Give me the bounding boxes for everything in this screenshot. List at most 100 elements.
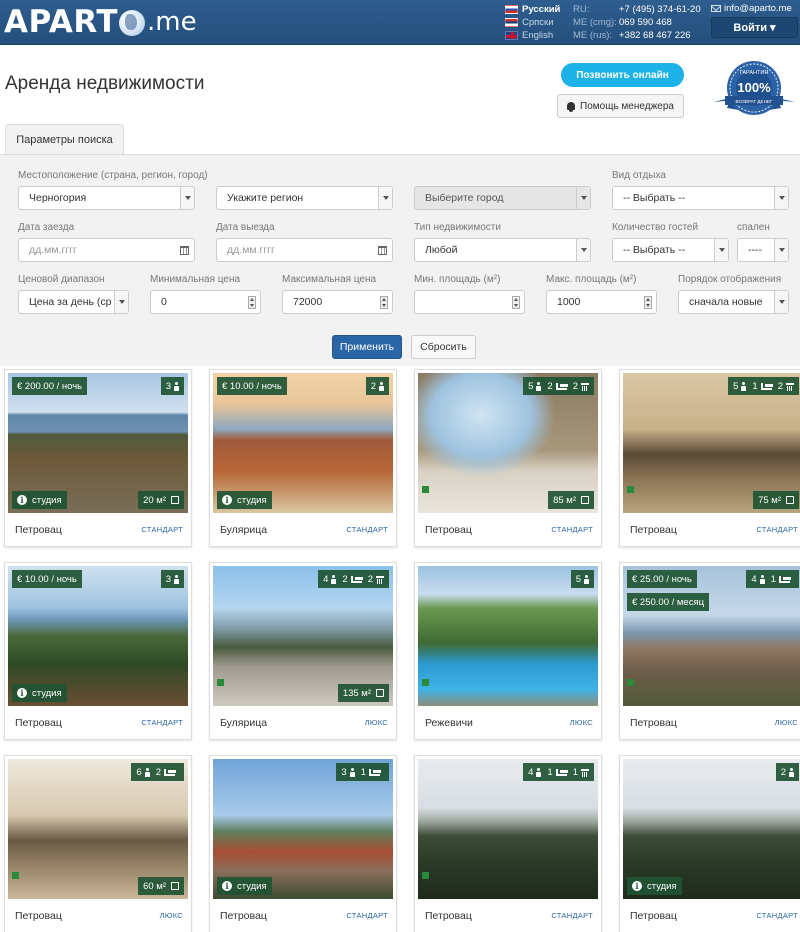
listing-category[interactable]: СТАНДАРТ [346, 911, 388, 920]
tab-search-params[interactable]: Параметры поиска [5, 124, 124, 155]
listing-category[interactable]: СТАНДАРТ [551, 911, 593, 920]
bed-icon [779, 575, 791, 583]
bedrooms-select[interactable]: ---- [737, 238, 789, 262]
listing-photo[interactable]: 5 [418, 566, 598, 706]
listing-category[interactable]: ЛЮКС [365, 718, 388, 727]
listing-photo[interactable]: 5 2 2 85 м² [418, 373, 598, 513]
listing-card[interactable]: € 10.00 / ночь 3 i студия Петровац СТАНДАРТ [4, 562, 192, 740]
listing-city[interactable]: Булярица [220, 524, 267, 536]
calendar-icon[interactable] [378, 246, 387, 255]
guests-count: 2 [780, 766, 786, 778]
listing-city[interactable]: Петровац [630, 717, 677, 729]
guests-select[interactable]: -- Выбрать -- [612, 238, 729, 262]
manager-help-button[interactable]: Помощь менеджера [557, 94, 684, 118]
capacity-tag: 5 1 2 [728, 377, 799, 395]
phone-row: RU: +7 (495) 374-61-20 [573, 3, 701, 16]
listing-photo[interactable]: € 10.00 / ночь 3 i студия [8, 566, 188, 706]
capacity-tag: 5 [570, 570, 594, 588]
listing-card[interactable]: 4 1 1 Петровац СТАНДАРТ [414, 755, 602, 932]
listing-photo[interactable]: 6 2 60 м² [8, 759, 188, 899]
country-select[interactable]: Черногория [18, 186, 195, 210]
phone-row: ME (cmg): 069 590 468 [573, 16, 701, 29]
site-logo[interactable]: APART .me [4, 4, 197, 40]
page-title: Аренда недвижимости [5, 73, 205, 94]
spinner-icon[interactable] [512, 296, 520, 309]
bedrooms-label: спален [737, 222, 770, 233]
listing-city[interactable]: Булярица [220, 717, 267, 729]
spinner-icon[interactable] [644, 296, 652, 309]
listing-city[interactable]: Петровац [630, 910, 677, 922]
listing-card[interactable]: 6 2 60 м² Петровац ЛЮКС [4, 755, 192, 932]
spinner-icon[interactable] [380, 296, 388, 309]
price-range-select[interactable]: Цена за день (ср [18, 290, 129, 314]
spinner-icon[interactable] [248, 296, 256, 309]
listing-city[interactable]: Петровац [15, 717, 62, 729]
listing-city[interactable]: Петровац [220, 910, 267, 922]
person-icon [759, 574, 765, 584]
chevron-down-icon [576, 239, 590, 261]
rest-type-select[interactable]: -- Выбрать -- [612, 186, 789, 210]
listing-city[interactable]: Петровац [425, 524, 472, 536]
listing-photo[interactable]: € 10.00 / ночь 2 i студия [213, 373, 393, 513]
listing-city[interactable]: Петровац [15, 524, 62, 536]
apply-button[interactable]: Применить [332, 335, 402, 359]
listing-card[interactable]: 4 2 2 135 м² Булярица ЛЮКС [209, 562, 397, 740]
language-label: Русский [522, 4, 561, 15]
phone-number[interactable]: +7 (495) 374-61-20 [619, 4, 701, 15]
language-rs[interactable]: Српски [505, 16, 560, 29]
max-area-input[interactable]: 1000 [546, 290, 657, 314]
listing-category[interactable]: ЛЮКС [570, 718, 593, 727]
language-en[interactable]: English [505, 29, 560, 42]
language-ru[interactable]: Русский [505, 3, 560, 16]
calendar-icon[interactable] [180, 246, 189, 255]
email-link[interactable]: info@aparto.me [711, 3, 792, 14]
listing-photo[interactable]: 5 1 2 75 м² [623, 373, 800, 513]
listing-city[interactable]: Петровац [630, 524, 677, 536]
phone-number[interactable]: +382 68 467 226 [619, 30, 691, 41]
min-price-input[interactable]: 0 [150, 290, 261, 314]
login-button[interactable]: Войти ▾ [711, 17, 798, 38]
listing-card[interactable]: 5 Режевичи ЛЮКС [414, 562, 602, 740]
listing-card[interactable]: € 25.00 / ночь € 250.00 / месяц 4 1 Петровац… [619, 562, 800, 740]
listing-category[interactable]: СТАНДАРТ [346, 525, 388, 534]
listing-card[interactable]: 2 i студия Петровац СТАНДАРТ [619, 755, 800, 932]
call-online-button[interactable]: Позвонить онлайн [561, 63, 684, 87]
listing-photo[interactable]: € 25.00 / ночь € 250.00 / месяц 4 1 [623, 566, 800, 706]
min-area-input[interactable] [414, 290, 525, 314]
listing-card[interactable]: 5 2 2 85 м² Петровац СТАНДАРТ [414, 369, 602, 547]
area-square-icon [376, 689, 384, 697]
listing-photo[interactable]: € 200.00 / ночь 3 i студия 20 м² [8, 373, 188, 513]
listing-footer: Петровац СТАНДАРТ [5, 513, 191, 547]
listing-city[interactable]: Режевичи [425, 717, 473, 729]
listing-category[interactable]: ЛЮКС [160, 911, 183, 920]
listing-city[interactable]: Петровац [15, 910, 62, 922]
reset-button[interactable]: Сбросить [411, 335, 476, 359]
listing-category[interactable]: СТАНДАРТ [551, 525, 593, 534]
listing-category[interactable]: СТАНДАРТ [756, 911, 798, 920]
listing-category[interactable]: ЛЮКС [775, 718, 798, 727]
area-tag: 60 м² [138, 877, 184, 895]
sort-select[interactable]: сначала новые [678, 290, 789, 314]
listing-photo[interactable]: 3 1 i студия [213, 759, 393, 899]
listing-category[interactable]: СТАНДАРТ [141, 525, 183, 534]
listing-card[interactable]: 5 1 2 75 м² Петровац СТАНДАРТ [619, 369, 800, 547]
listing-card[interactable]: € 200.00 / ночь 3 i студия 20 м² Петровац СТАН… [4, 369, 192, 547]
max-price-value: 72000 [293, 296, 323, 308]
listing-card[interactable]: € 10.00 / ночь 2 i студия Булярица СТАНДАРТ [209, 369, 397, 547]
listing-city[interactable]: Петровац [425, 910, 472, 922]
person-icon [174, 574, 179, 584]
listing-category[interactable]: СТАНДАРТ [141, 718, 183, 727]
listing-photo[interactable]: 4 2 2 135 м² [213, 566, 393, 706]
listing-card[interactable]: 3 1 i студия Петровац СТАНДАРТ [209, 755, 397, 932]
property-type-select[interactable]: Любой [414, 238, 591, 262]
listing-photo[interactable]: 2 i студия [623, 759, 800, 899]
ru-flag-icon [505, 5, 518, 14]
max-price-input[interactable]: 72000 [282, 290, 393, 314]
checkin-date-input[interactable]: дд.мм.гггг [18, 238, 195, 262]
listing-photo[interactable]: 4 1 1 [418, 759, 598, 899]
phone-number[interactable]: 069 590 468 [619, 17, 672, 28]
region-select[interactable]: Укажите регион [216, 186, 393, 210]
top-header: APART .me Русский Српски English RU: +7 (… [0, 0, 800, 45]
listing-category[interactable]: СТАНДАРТ [756, 525, 798, 534]
checkout-date-input[interactable]: дд.мм.гггг [216, 238, 393, 262]
